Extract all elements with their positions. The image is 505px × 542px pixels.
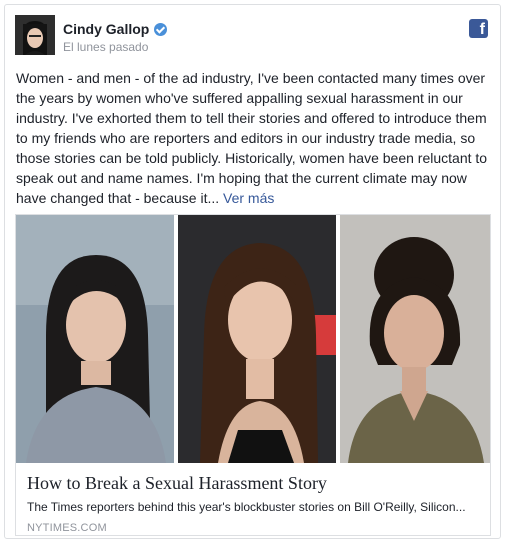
preview-photo-2	[178, 215, 336, 463]
preview-photo-1	[16, 215, 174, 463]
author-name[interactable]: Cindy Gallop	[63, 21, 149, 37]
post-timestamp[interactable]: El lunes pasado	[63, 40, 148, 54]
verified-badge-icon	[154, 22, 168, 36]
avatar[interactable]	[15, 15, 55, 55]
link-title[interactable]: How to Break a Sexual Harassment Story	[27, 473, 327, 494]
link-preview-images[interactable]	[16, 215, 490, 463]
post-body: Women - and men - of the ad industry, I'…	[16, 70, 488, 206]
see-more-link[interactable]: Ver más	[223, 190, 274, 206]
post-text: Women - and men - of the ad industry, I'…	[16, 68, 494, 208]
link-description: The Times reporters behind this year's b…	[27, 500, 466, 514]
author-name-row: Cindy Gallop	[63, 21, 168, 37]
facebook-icon[interactable]: f	[469, 19, 488, 38]
facebook-post: Cindy Gallop El lunes pasado f Women - a…	[4, 4, 501, 539]
link-domain: NYTIMES.COM	[27, 522, 107, 534]
preview-photo-3	[340, 215, 490, 463]
link-preview-card[interactable]: How to Break a Sexual Harassment Story T…	[15, 214, 491, 536]
